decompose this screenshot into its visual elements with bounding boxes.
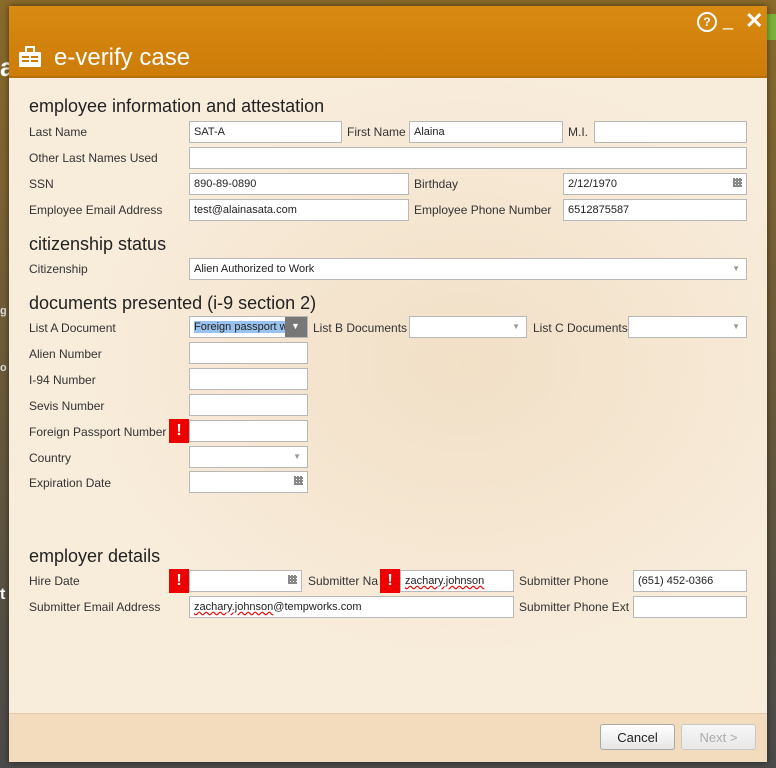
dialog-title: e-verify case (54, 44, 191, 71)
submitter-phone-ext-label: Submitter Phone Ext (519, 600, 630, 614)
documents-section-title: documents presented (i-9 section 2) (29, 293, 317, 313)
list-a-label: List A Document (29, 321, 116, 335)
email-field[interactable]: test@alainasata.com (189, 199, 409, 221)
mi-field[interactable] (594, 121, 747, 143)
expiration-date-field[interactable] (189, 471, 308, 493)
background-text-fragment: o (0, 362, 7, 374)
expiration-date-label: Expiration Date (29, 476, 112, 490)
background-text-fragment: g (0, 305, 7, 317)
ssn-label: SSN (29, 177, 54, 191)
submitter-phone-field[interactable]: (651) 452-0366 (633, 570, 747, 592)
mi-label: M.I. (568, 125, 588, 139)
dialog-titlebar: e-verify case ? _ ✕ (9, 6, 767, 78)
submitter-name-label: Submitter Na (308, 574, 379, 588)
next-button[interactable]: Next > (681, 724, 756, 750)
list-c-select[interactable] (628, 316, 747, 338)
required-error-icon: ! (380, 569, 400, 593)
help-icon[interactable]: ? (697, 12, 717, 32)
e-verify-dialog: e-verify case ? _ ✕ employee information… (9, 6, 767, 762)
list-c-label: List C Documents (533, 321, 628, 335)
citizenship-select[interactable]: Alien Authorized to Work (189, 258, 747, 280)
calendar-icon[interactable] (294, 476, 303, 485)
chevron-down-icon[interactable] (285, 317, 307, 337)
required-error-icon: ! (169, 569, 189, 593)
phone-field[interactable]: 6512875587 (563, 199, 747, 221)
submitter-email-user: zachary.johnson (194, 601, 274, 613)
country-label: Country (29, 451, 72, 465)
calendar-icon[interactable] (733, 178, 742, 187)
foreign-passport-label: Foreign Passport Number (29, 425, 167, 439)
submitter-name-value: zachary.johnson (405, 575, 485, 587)
citizenship-label: Citizenship (29, 262, 88, 276)
briefcase-id-icon (19, 46, 41, 67)
minimize-icon[interactable]: _ (723, 10, 733, 31)
employee-section-title: employee information and attestation (29, 96, 325, 116)
last-name-label: Last Name (29, 125, 88, 139)
close-icon[interactable]: ✕ (745, 8, 763, 34)
submitter-email-field[interactable]: zachary.johnson@tempworks.com (189, 596, 514, 618)
i94-number-field[interactable] (189, 368, 308, 390)
background-text-fragment: t (0, 586, 6, 603)
alien-number-label: Alien Number (29, 347, 102, 361)
calendar-icon[interactable] (288, 575, 297, 584)
list-a-value: Foreign passport w (194, 321, 288, 333)
country-select[interactable] (189, 446, 308, 468)
sevis-number-label: Sevis Number (29, 399, 105, 413)
cancel-button[interactable]: Cancel (600, 724, 675, 750)
list-b-select[interactable] (409, 316, 527, 338)
birthday-field[interactable]: 2/12/1970 (563, 173, 747, 195)
ssn-field[interactable]: 890-89-0890 (189, 173, 409, 195)
sevis-number-field[interactable] (189, 394, 308, 416)
phone-label: Employee Phone Number (414, 203, 552, 217)
email-label: Employee Email Address (29, 203, 163, 217)
hire-date-label: Hire Date (29, 574, 80, 588)
first-name-field[interactable]: Alaina (409, 121, 563, 143)
submitter-name-field[interactable]: zachary.johnson (400, 570, 514, 592)
i94-number-label: I-94 Number (29, 373, 96, 387)
submitter-phone-label: Submitter Phone (519, 574, 609, 588)
foreign-passport-field[interactable] (189, 420, 308, 442)
citizenship-section-title: citizenship status (29, 234, 167, 254)
submitter-phone-ext-field[interactable] (633, 596, 747, 618)
required-error-icon: ! (169, 419, 189, 443)
employer-section-title: employer details (29, 546, 161, 566)
hire-date-field[interactable] (189, 570, 302, 592)
last-name-field[interactable]: SAT-A (189, 121, 342, 143)
list-b-label: List B Documents (313, 321, 408, 335)
first-name-label: First Name (347, 125, 406, 139)
other-last-names-label: Other Last Names Used (29, 151, 158, 165)
birthday-label: Birthday (414, 177, 459, 191)
other-last-names-field[interactable] (189, 147, 747, 169)
birthday-value: 2/12/1970 (568, 178, 617, 190)
list-a-select[interactable]: Foreign passport w (189, 316, 308, 338)
submitter-email-label: Submitter Email Address (29, 600, 161, 614)
submitter-email-domain: @tempworks.com (273, 601, 362, 613)
dialog-footer: Cancel Next > (9, 713, 767, 762)
alien-number-field[interactable] (189, 342, 308, 364)
